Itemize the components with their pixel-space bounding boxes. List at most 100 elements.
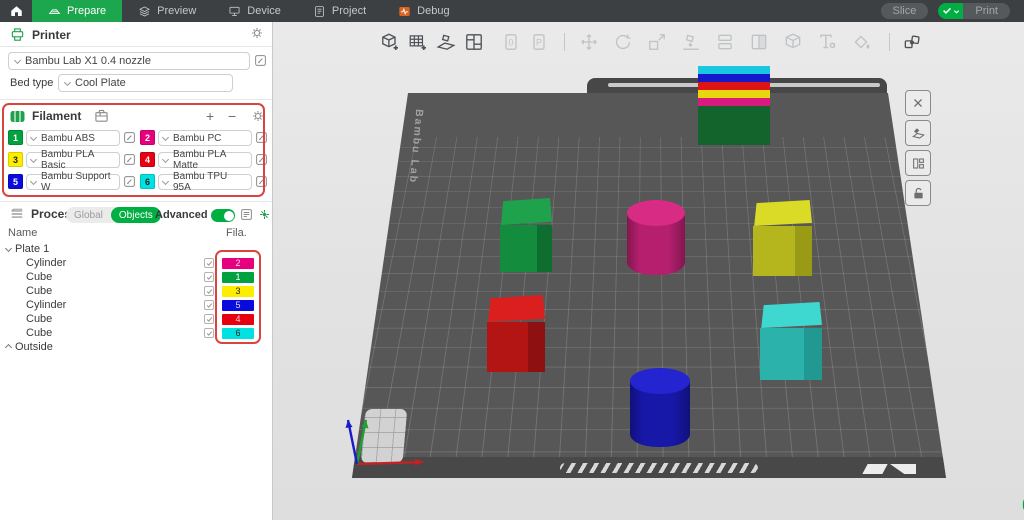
filament-edit-button-3[interactable]	[123, 153, 136, 166]
add-filament-button[interactable]: +	[206, 109, 214, 123]
filament-swatch-6[interactable]: 6	[140, 174, 155, 189]
paste-button[interactable]: P	[527, 30, 551, 54]
object-cylinder-blue[interactable]	[630, 368, 690, 447]
move-tool-button[interactable]	[577, 30, 601, 54]
3d-viewport[interactable]: 0 P Bambu Lab 01	[273, 22, 1024, 520]
object-visible-checkbox[interactable]	[204, 286, 214, 296]
tab-prepare[interactable]: Prepare	[32, 0, 122, 22]
slice-button[interactable]: Slice	[881, 3, 929, 19]
list-item-cube[interactable]: Cube 3	[0, 284, 273, 298]
plate-settings-button[interactable]	[905, 120, 931, 146]
filament-swatch-4[interactable]: 4	[140, 152, 155, 167]
rotate-tool-button[interactable]	[611, 30, 635, 54]
filament-settings-button[interactable]	[251, 109, 265, 123]
home-button[interactable]	[0, 0, 32, 22]
object-name: Cube	[26, 327, 52, 339]
object-cylinder-magenta[interactable]	[627, 200, 685, 275]
split-to-objects-button[interactable]	[713, 30, 737, 54]
list-item-cube[interactable]: Cube 1	[0, 270, 273, 284]
object-filament-swatch[interactable]: 2	[222, 258, 254, 269]
chevron-down-icon	[64, 78, 71, 85]
plate-action-buttons	[905, 90, 931, 206]
object-striped-cube[interactable]	[698, 66, 770, 145]
filament-dropdown-6[interactable]: Bambu TPU 95A	[158, 174, 252, 190]
add-plate-button[interactable]	[406, 30, 430, 54]
remove-filament-button[interactable]: −	[228, 109, 236, 123]
copy-button[interactable]: 0	[499, 30, 523, 54]
arrange-button[interactable]	[462, 30, 486, 54]
object-cube-yellow[interactable]	[753, 200, 812, 276]
filament-edit-button-1[interactable]	[123, 131, 136, 144]
filament-edit-button-4[interactable]	[255, 153, 268, 166]
bed-type-dropdown[interactable]: Cool Plate	[58, 74, 233, 92]
check-icon	[206, 288, 213, 295]
caret-down-icon[interactable]	[5, 244, 12, 251]
split-to-parts-button[interactable]	[747, 30, 771, 54]
tab-preview[interactable]: Preview	[122, 0, 212, 22]
object-filament-swatch[interactable]: 5	[222, 300, 254, 311]
printer-settings-button[interactable]	[250, 26, 264, 40]
list-group-plate[interactable]: Plate 1	[0, 242, 273, 256]
object-visible-checkbox[interactable]	[204, 328, 214, 338]
print-dropdown-button[interactable]	[938, 3, 963, 19]
filament-swatch-2[interactable]: 2	[140, 130, 155, 145]
ams-box-icon[interactable]	[94, 109, 109, 123]
color-painting-button[interactable]	[849, 30, 873, 54]
parameter-table-button[interactable]	[240, 208, 253, 221]
list-group-outside[interactable]: Outside	[0, 340, 273, 354]
add-plate-icon	[408, 32, 428, 52]
plate-layout-button[interactable]	[905, 150, 931, 176]
add-object-button[interactable]	[378, 30, 402, 54]
add-text-button[interactable]	[815, 30, 839, 54]
list-item-cube[interactable]: Cube 6	[0, 326, 273, 340]
object-filament-swatch[interactable]: 3	[222, 286, 254, 297]
print-button[interactable]: Print	[963, 3, 1010, 19]
object-visible-checkbox[interactable]	[204, 314, 214, 324]
printer-edit-button[interactable]	[254, 54, 267, 67]
delete-plate-button[interactable]	[905, 90, 931, 116]
caret-right-icon[interactable]	[5, 343, 12, 350]
object-filament-swatch[interactable]: 1	[222, 272, 254, 283]
edit-icon	[254, 54, 267, 67]
tab-device[interactable]: Device	[212, 0, 297, 22]
filament-dropdown-5[interactable]: Bambu Support W	[26, 174, 120, 190]
mesh-boolean-button[interactable]	[781, 30, 805, 54]
scope-global-button[interactable]: Global	[66, 210, 111, 221]
filament-swatch-1[interactable]: 1	[8, 130, 23, 145]
list-item-cylinder[interactable]: Cylinder 5	[0, 298, 273, 312]
printer-preset-dropdown[interactable]: Bambu Lab X1 0.4 nozzle	[8, 52, 250, 70]
object-filament-swatch[interactable]: 4	[222, 314, 254, 325]
filament-dropdown-3[interactable]: Bambu PLA Basic	[26, 152, 120, 168]
lock-plate-button[interactable]	[905, 180, 931, 206]
list-item-cube[interactable]: Cube 4	[0, 312, 273, 326]
filament-dropdown-2[interactable]: Bambu PC	[158, 130, 252, 146]
advanced-toggle[interactable]	[211, 209, 235, 222]
filament-swatch-5[interactable]: 5	[8, 174, 23, 189]
object-cube-cyan[interactable]	[760, 302, 822, 380]
object-cube-red[interactable]	[487, 295, 545, 372]
filament-edit-button-5[interactable]	[123, 175, 136, 188]
compare-presets-button[interactable]	[258, 208, 271, 221]
object-filament-swatch[interactable]: 6	[222, 328, 254, 339]
scope-objects-button[interactable]: Objects	[111, 207, 161, 223]
scale-tool-button[interactable]	[645, 30, 669, 54]
chevron-down-icon	[162, 177, 169, 184]
auto-orient-button[interactable]	[434, 30, 458, 54]
tab-label: Prepare	[67, 5, 106, 17]
object-visible-checkbox[interactable]	[204, 258, 214, 268]
list-item-cylinder[interactable]: Cylinder 2	[0, 256, 273, 270]
edit-icon	[255, 153, 268, 166]
filament-swatch-3[interactable]: 3	[8, 152, 23, 167]
object-visible-checkbox[interactable]	[204, 300, 214, 310]
assembly-icon	[902, 32, 922, 52]
filament-dropdown-4[interactable]: Bambu PLA Matte	[158, 152, 252, 168]
tab-project[interactable]: Project	[297, 0, 382, 22]
filament-edit-button-6[interactable]	[255, 175, 268, 188]
assembly-view-button[interactable]	[900, 30, 924, 54]
object-visible-checkbox[interactable]	[204, 272, 214, 282]
lay-on-face-button[interactable]	[679, 30, 703, 54]
object-cube-green[interactable]	[500, 198, 552, 272]
tab-debug[interactable]: Debug	[382, 0, 465, 22]
filament-edit-button-2[interactable]	[255, 131, 268, 144]
filament-dropdown-1[interactable]: Bambu ABS	[26, 130, 120, 146]
